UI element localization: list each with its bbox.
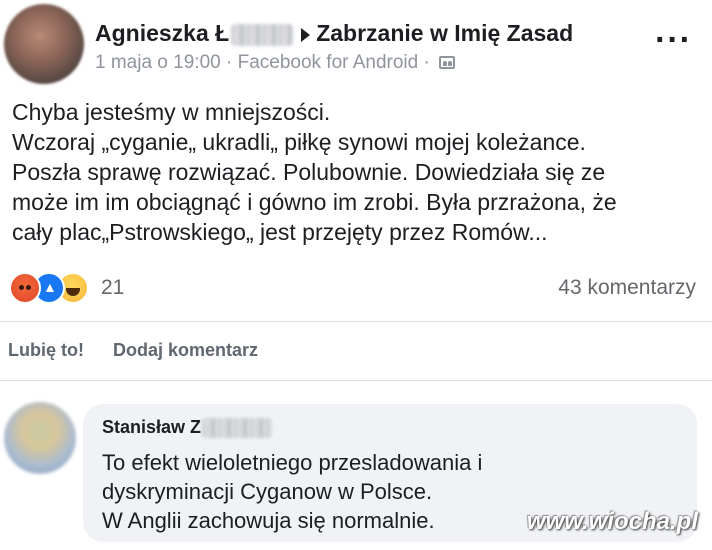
- comment-text-line: W Anglii zachowuja się normalnie.: [102, 508, 435, 533]
- comment-author-avatar[interactable]: [4, 402, 76, 474]
- name-blur-mask: [231, 23, 294, 46]
- more-options-icon[interactable]: ···: [655, 23, 692, 57]
- angry-icon: [9, 272, 41, 304]
- comment-text: To efekt wieloletniego przesladowania i …: [102, 448, 482, 535]
- post-actions: Lubię to! Dodaj komentarz: [8, 340, 282, 361]
- post-header: Agnieszka Ł Zabrzanie w Imię Zasad: [95, 20, 573, 47]
- post-body: Chyba jesteśmy w mniejszości. Wczoraj „c…: [12, 97, 692, 247]
- post-text-line: może im im obciągnąć i gówno im zrobi. B…: [12, 189, 617, 215]
- arrow-right-icon: [301, 27, 311, 42]
- comment-text-line: To efekt wieloletniego przesladowania i: [102, 450, 483, 475]
- post-timestamp[interactable]: 1 maja o 19:00 · Facebook for Android ·: [95, 52, 430, 73]
- reaction-count: 21: [101, 276, 125, 299]
- comment-text-line: dyskryminacji Cyganow w Polsce.: [102, 479, 433, 504]
- divider: [0, 380, 712, 381]
- group-name-link[interactable]: Zabrzanie w Imię Zasad: [316, 20, 573, 46]
- post-text-line: Poszła sprawę rozwiązać. Polubownie. Dow…: [12, 159, 606, 185]
- like-button[interactable]: Lubię to!: [8, 340, 84, 360]
- group-audience-icon: [439, 56, 456, 70]
- divider: [0, 321, 712, 322]
- comment-author-name[interactable]: Stanisław Z: [102, 417, 201, 437]
- comments-count-link[interactable]: 43 komentarzy: [558, 276, 696, 300]
- post-text-line: cały plac„Pstrowskiego„ jest przejęty pr…: [12, 219, 548, 245]
- post-author-name[interactable]: Agnieszka Ł: [95, 20, 229, 46]
- post-author-avatar[interactable]: [4, 4, 84, 84]
- post-text-line: Wczoraj „cyganie„ ukradli„ piłkę synowi …: [12, 129, 586, 155]
- post-meta: 1 maja o 19:00 · Facebook for Android ·: [95, 52, 456, 74]
- watermark: www.wiocha.pl: [526, 508, 698, 535]
- post-text-line: Chyba jesteśmy w mniejszości.: [12, 99, 331, 125]
- comment-author: Stanisław Z: [102, 417, 273, 439]
- name-blur-mask: [202, 418, 273, 439]
- add-comment-button[interactable]: Dodaj komentarz: [113, 340, 258, 360]
- reactions-summary[interactable]: 21: [9, 272, 125, 304]
